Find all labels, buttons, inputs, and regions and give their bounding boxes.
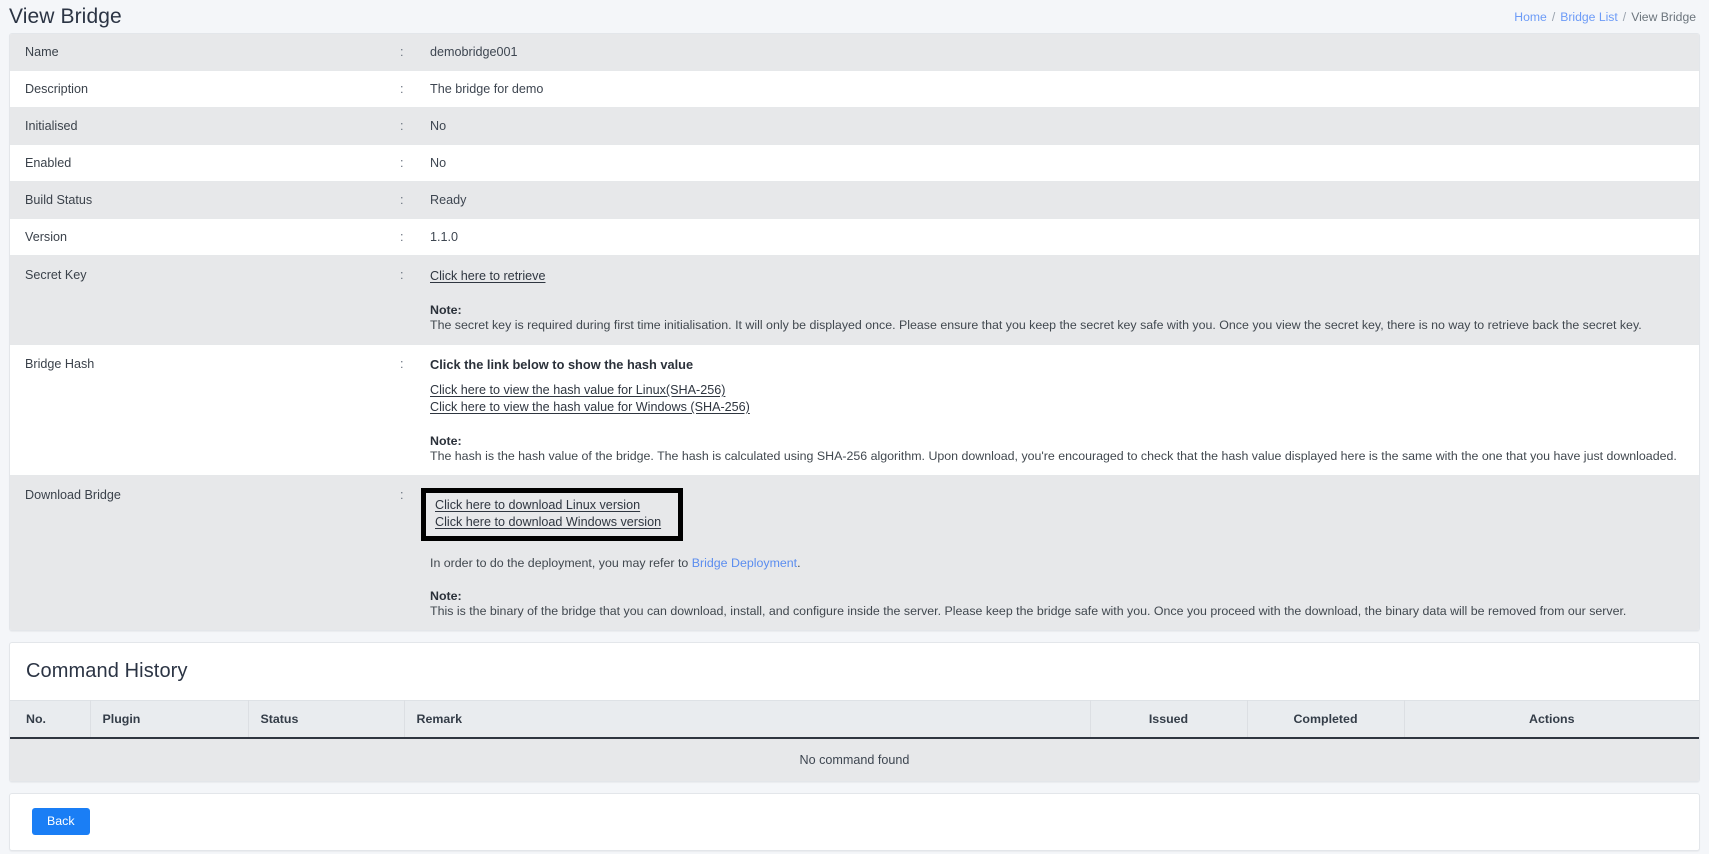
- empty-message: No command found: [10, 738, 1699, 781]
- back-button[interactable]: Back: [32, 808, 90, 836]
- label-bridge-hash: Bridge Hash: [25, 357, 95, 371]
- table-row-secret-key: Secret Key : Click here to retrieve Note…: [10, 255, 1699, 345]
- download-windows-link[interactable]: Click here to download Windows version: [435, 514, 661, 531]
- column-header-completed: Completed: [1247, 700, 1405, 739]
- command-history-card: Command History No. Plugin Status Remark…: [9, 642, 1700, 782]
- colon: :: [400, 45, 404, 59]
- download-links-highlight-box: Click here to download Linux version Cli…: [421, 488, 684, 541]
- breadcrumb-item-home[interactable]: Home: [1514, 10, 1547, 24]
- label-secret-key: Secret Key: [25, 268, 87, 282]
- colon: :: [400, 488, 404, 502]
- colon: :: [400, 357, 404, 371]
- breadcrumb-separator: /: [1622, 9, 1627, 24]
- deployment-hint-prefix: In order to do the deployment, you may r…: [430, 556, 692, 570]
- value-version: 1.1.0: [430, 230, 459, 244]
- colon: :: [400, 82, 404, 96]
- table-row-download-bridge: Download Bridge : Click here to download…: [10, 475, 1699, 631]
- command-history-title: Command History: [26, 660, 188, 682]
- secret-key-note-body: The secret key is required during first …: [430, 318, 1642, 332]
- value-description: The bridge for demo: [430, 82, 544, 96]
- value-secret-key: Click here to retrieve Note: The secret …: [422, 256, 1699, 345]
- bridge-hash-note-body: The hash is the hash value of the bridge…: [430, 449, 1677, 463]
- retrieve-secret-key-link[interactable]: Click here to retrieve: [430, 269, 545, 283]
- colon: :: [400, 230, 404, 244]
- table-row-description: Description : The bridge for demo: [10, 70, 1699, 108]
- bridge-detail-table: Name : demobridge001 Description : The b…: [10, 34, 1699, 630]
- download-note-body: This is the binary of the bridge that yo…: [430, 604, 1627, 618]
- table-row-name: Name : demobridge001: [10, 34, 1699, 71]
- page-header: View Bridge Home / Bridge List / View Br…: [0, 0, 1709, 33]
- colon: :: [400, 119, 404, 133]
- command-history-table: No. Plugin Status Remark Issued Complete…: [10, 700, 1699, 781]
- breadcrumb-separator: /: [1551, 9, 1556, 24]
- value-name: demobridge001: [430, 45, 518, 59]
- bridge-hash-heading: Click the link below to show the hash va…: [430, 357, 694, 372]
- label-build-status: Build Status: [25, 193, 93, 207]
- value-download-bridge: Click here to download Linux version Cli…: [421, 476, 1699, 631]
- label-enabled: Enabled: [25, 156, 72, 170]
- value-bridge-hash: Click the link below to show the hash va…: [422, 345, 1699, 476]
- colon: :: [400, 193, 404, 207]
- bridge-deployment-link[interactable]: Bridge Deployment: [692, 556, 797, 570]
- secret-key-note-title: Note:: [430, 303, 462, 317]
- column-header-issued: Issued: [1090, 700, 1248, 739]
- colon: :: [400, 156, 404, 170]
- column-header-actions: Actions: [1404, 700, 1699, 739]
- label-name: Name: [25, 45, 59, 59]
- bridge-detail-card: Name : demobridge001 Description : The b…: [9, 33, 1700, 631]
- table-header-row: No. Plugin Status Remark Issued Complete…: [10, 700, 1699, 739]
- column-header-status: Status: [248, 700, 405, 739]
- breadcrumb: Home / Bridge List / View Bridge: [1514, 10, 1696, 24]
- footer-card: Back: [9, 793, 1700, 852]
- column-header-plugin: Plugin: [90, 700, 249, 739]
- download-linux-link[interactable]: Click here to download Linux version: [435, 497, 661, 514]
- value-enabled: No: [430, 156, 447, 170]
- deployment-hint: In order to do the deployment, you may r…: [430, 555, 1685, 571]
- table-row-enabled: Enabled : No: [10, 144, 1699, 182]
- label-initialised: Initialised: [25, 119, 78, 133]
- view-bridge-page: View Bridge Home / Bridge List / View Br…: [0, 0, 1709, 854]
- colon: :: [400, 268, 404, 282]
- view-hash-windows-link[interactable]: Click here to view the hash value for Wi…: [430, 400, 750, 414]
- label-download-bridge: Download Bridge: [25, 488, 121, 502]
- view-hash-linux-link[interactable]: Click here to view the hash value for Li…: [430, 383, 725, 397]
- download-note-title: Note:: [430, 589, 462, 603]
- table-row-initialised: Initialised : No: [10, 107, 1699, 145]
- value-initialised: No: [430, 119, 447, 133]
- table-row-bridge-hash: Bridge Hash : Click the link below to sh…: [10, 344, 1699, 476]
- label-description: Description: [25, 82, 88, 96]
- bridge-hash-note-title: Note:: [430, 434, 462, 448]
- value-build-status: Ready: [430, 193, 467, 207]
- table-row-build-status: Build Status : Ready: [10, 181, 1699, 219]
- page-title: View Bridge: [9, 5, 122, 28]
- breadcrumb-item-bridge-list[interactable]: Bridge List: [1560, 10, 1618, 24]
- deployment-hint-suffix: .: [797, 556, 801, 570]
- label-version: Version: [25, 230, 68, 244]
- column-header-no: No.: [10, 700, 91, 739]
- table-empty-row: No command found: [10, 738, 1699, 781]
- column-header-remark: Remark: [404, 700, 1091, 739]
- breadcrumb-item-view-bridge: View Bridge: [1631, 9, 1696, 24]
- table-row-version: Version : 1.1.0: [10, 218, 1699, 256]
